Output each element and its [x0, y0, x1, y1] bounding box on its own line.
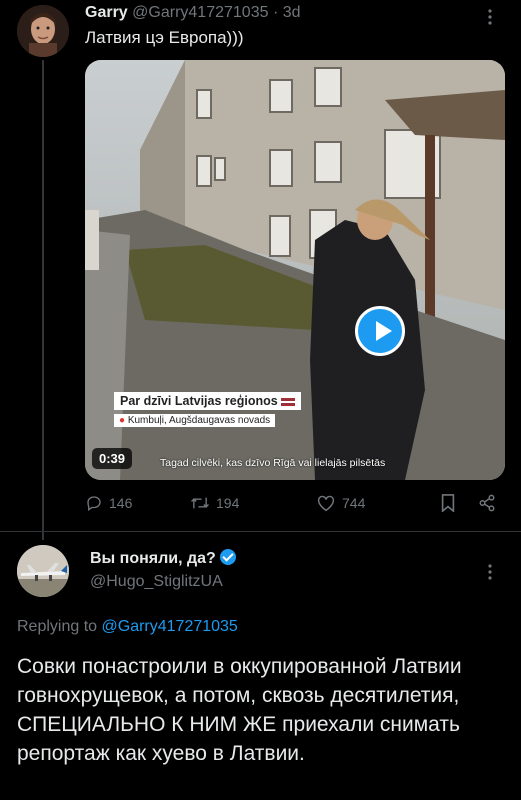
- video-subtitle: Tagad cilvēki, kas dzīvo Rīgā vai lielaj…: [160, 457, 386, 469]
- tweet-age[interactable]: 3d: [283, 4, 301, 21]
- share-icon: [479, 494, 495, 512]
- location-pin-icon: ●: [119, 415, 126, 426]
- reply-button[interactable]: 146: [85, 494, 132, 512]
- play-icon[interactable]: [355, 306, 405, 356]
- author-handle[interactable]: @Hugo_StiglitzUA: [90, 573, 223, 591]
- like-icon: [317, 495, 335, 512]
- author-name[interactable]: Garry: [85, 4, 128, 21]
- video-caption-location: ● Kumbuļi, Augšdaugavas novads: [114, 414, 276, 427]
- divider: [0, 531, 521, 532]
- tweet-text: Совки понастроили в оккупированной Латви…: [17, 655, 462, 765]
- video-duration: 0:39: [92, 448, 133, 469]
- share-button[interactable]: [478, 494, 496, 512]
- replying-to: Replying to @Garry417271035: [17, 618, 238, 636]
- like-button[interactable]: 744: [316, 494, 365, 512]
- tweet-header: Garry @Garry417271035 · 3d: [85, 4, 301, 22]
- author-handle[interactable]: @Garry417271035: [132, 4, 268, 21]
- verified-icon: [219, 549, 236, 565]
- author-name-text: Вы поняли, да?: [90, 550, 216, 567]
- caption-title-text: Par dzīvi Latvijas reģionos: [120, 394, 278, 408]
- latvia-flag-icon: [280, 397, 295, 406]
- bookmark-button[interactable]: [441, 494, 455, 512]
- tweet-text: Латвия цэ Европа))): [85, 28, 244, 47]
- author-name[interactable]: Вы поняли, да?: [90, 549, 236, 568]
- avatar[interactable]: [17, 545, 69, 597]
- retweet-icon: [191, 497, 209, 509]
- more-icon[interactable]: [488, 9, 492, 25]
- retweet-count: 194: [216, 495, 240, 511]
- location-text: Kumbuļi, Augšdaugavas novads: [127, 415, 271, 426]
- replying-prefix: Replying to: [17, 618, 98, 635]
- bookmark-icon: [441, 494, 455, 512]
- like-count: 744: [342, 495, 366, 511]
- separator: ·: [272, 4, 279, 21]
- reply-count: 146: [109, 495, 133, 511]
- video-caption-title: Par dzīvi Latvijas reģionos: [114, 392, 301, 410]
- thread-line: [42, 60, 44, 540]
- replying-handle-link[interactable]: @Garry417271035: [102, 618, 238, 635]
- reply-icon: [87, 496, 101, 512]
- more-icon[interactable]: [488, 564, 492, 580]
- retweet-button[interactable]: 194: [190, 494, 239, 512]
- avatar[interactable]: [17, 5, 69, 57]
